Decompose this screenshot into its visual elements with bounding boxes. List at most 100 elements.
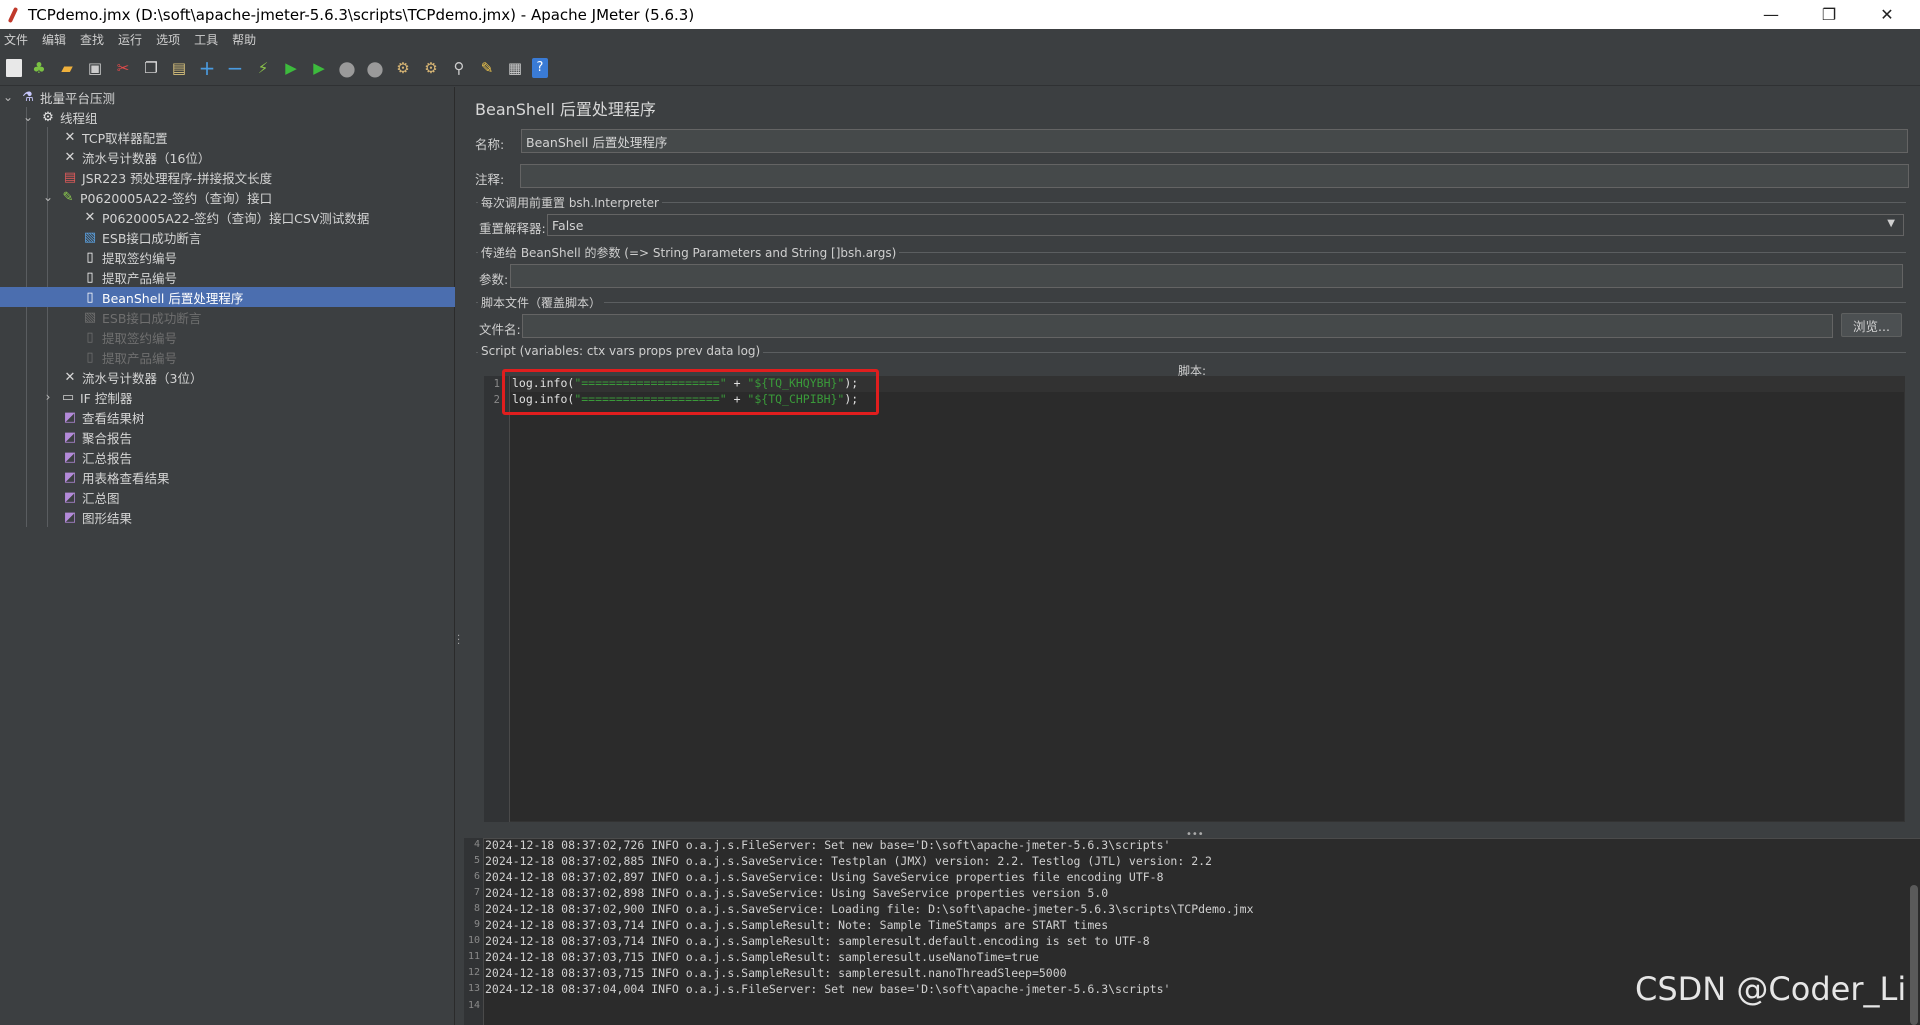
folder-icon: ▭ <box>61 389 75 405</box>
tree-node-sampler[interactable]: ⌄ ✎ P0620005A22-签约（查询）接口 <box>0 187 455 207</box>
close-button[interactable]: ✕ <box>1858 0 1916 29</box>
doc-icon: ▯ <box>86 349 94 365</box>
tree-node-counter-3[interactable]: ✕ 流水号计数器（3位） <box>0 367 455 387</box>
tree-node-label: 流水号计数器（3位） <box>82 370 203 386</box>
log-line-number: 10 <box>467 935 480 946</box>
menu-run[interactable]: 运行 <box>118 31 142 48</box>
tree-node-csv[interactable]: ✕ P0620005A22-签约（查询）接口CSV测试数据 <box>0 207 455 227</box>
copy-icon[interactable]: ❐ <box>140 57 162 79</box>
wrench-icon: ✕ <box>64 369 76 385</box>
params-field[interactable] <box>510 264 1903 288</box>
open-icon[interactable]: ▰ <box>56 57 78 79</box>
flask-icon: ⚗ <box>22 89 34 105</box>
cut-icon[interactable]: ✂ <box>112 57 134 79</box>
tree-node-graph-results[interactable]: ◩ 图形结果 <box>0 507 455 527</box>
reset-interpreter-select[interactable]: False ▼ <box>547 214 1904 236</box>
browse-button[interactable]: 浏览... <box>1841 313 1902 337</box>
toolbar: ♣ ▰ ▣ ✂ ❐ ▤ + − ⚡ ▶ ▶ ● ● ⚙ ⚙ ⚲ ✎ ▦ ? <box>0 50 1920 86</box>
name-label: 名称: <box>475 137 505 152</box>
tree-node-results-tree[interactable]: ◩ 查看结果树 <box>0 407 455 427</box>
reset-interpreter-value: False <box>552 217 584 233</box>
tree-node-summary-graph[interactable]: ◩ 汇总图 <box>0 487 455 507</box>
toggle-icon[interactable]: ⚡ <box>252 57 274 79</box>
chart-icon: ◩ <box>63 409 77 425</box>
tree-node-summary-report[interactable]: ◩ 汇总报告 <box>0 447 455 467</box>
start-icon[interactable]: ▶ <box>280 57 302 79</box>
tree-node-extract-product[interactable]: ▯ 提取产品编号 <box>0 267 455 287</box>
minimize-button[interactable]: — <box>1742 0 1800 29</box>
expand-chevron-icon[interactable]: › <box>42 390 54 404</box>
filename-field[interactable] <box>522 314 1833 338</box>
log-line: 2024-12-18 08:37:02,885 INFO o.a.j.s.Sav… <box>485 854 1212 868</box>
doc-icon: ▯ <box>86 329 94 345</box>
menu-options[interactable]: 选项 <box>156 31 180 48</box>
splitter-grip-icon[interactable]: · · · <box>457 632 460 650</box>
expand-icon[interactable]: + <box>196 56 218 80</box>
doc-icon: ▯ <box>86 249 94 265</box>
line-number: 2 <box>493 394 500 406</box>
log-line-number: 12 <box>467 967 480 978</box>
tree-node-label: 提取产品编号 <box>102 350 178 366</box>
tree-node-label: BeanShell 后置处理程序 <box>102 290 244 306</box>
tree-node-thread-group[interactable]: ⌄ ⚙ 线程组 <box>0 107 455 127</box>
tree-node-extract-contract-disabled[interactable]: ▯ 提取签约编号 <box>0 327 455 347</box>
function-helper-icon[interactable]: ▦ <box>504 57 526 79</box>
tree-node-counter-16[interactable]: ✕ 流水号计数器（16位） <box>0 147 455 167</box>
panel-splitter[interactable]: · · · <box>455 87 464 1025</box>
menu-search[interactable]: 查找 <box>80 31 104 48</box>
chart-icon: ◩ <box>63 489 77 505</box>
tree-node-beanshell[interactable]: ▯ BeanShell 后置处理程序 <box>0 287 455 307</box>
tree-node-test-plan[interactable]: ⌄ ⚗ 批量平台压测 <box>0 87 455 107</box>
file-group-title: 脚本文件（覆盖脚本） <box>478 294 605 311</box>
menu-file[interactable]: 文件 <box>4 31 28 48</box>
menu-edit[interactable]: 编辑 <box>42 31 66 48</box>
paste-icon[interactable]: ▤ <box>168 57 190 79</box>
script-editor[interactable] <box>484 376 1905 822</box>
collapse-chevron-icon[interactable]: ⌄ <box>22 110 34 124</box>
log-line-number: 11 <box>467 951 480 962</box>
tree-node-jsr223[interactable]: ▤ JSR223 预处理程序-拼接报文长度 <box>0 167 455 187</box>
chart-icon: ◩ <box>63 469 77 485</box>
help-icon[interactable]: ? <box>532 57 548 78</box>
tree-node-extract-product-disabled[interactable]: ▯ 提取产品编号 <box>0 347 455 367</box>
log-line: 2024-12-18 08:37:02,897 INFO o.a.j.s.Sav… <box>485 870 1164 884</box>
group-border <box>476 202 1906 203</box>
collapse-chevron-icon[interactable]: ⌄ <box>42 190 54 204</box>
menu-tools[interactable]: 工具 <box>194 31 218 48</box>
collapse-chevron-icon[interactable]: ⌄ <box>2 90 14 104</box>
log-line-number: 4 <box>473 839 480 850</box>
templates-icon[interactable]: ♣ <box>28 57 50 79</box>
chart-icon: ◩ <box>63 429 77 445</box>
script-icon: ▤ <box>63 169 77 185</box>
tree-node-table-results[interactable]: ◩ 用表格查看结果 <box>0 467 455 487</box>
comment-field[interactable] <box>520 164 1909 188</box>
name-field[interactable]: BeanShell 后置处理程序 <box>521 129 1908 153</box>
tree-node-tcp-config[interactable]: ✕ TCP取样器配置 <box>0 127 455 147</box>
start-no-pause-icon[interactable]: ▶ <box>308 57 330 79</box>
new-icon[interactable] <box>6 58 22 77</box>
collapse-icon[interactable]: − <box>224 56 246 80</box>
gear-icon: ⚙ <box>42 109 54 125</box>
stop-icon[interactable]: ● <box>336 56 358 80</box>
menu-help[interactable]: 帮助 <box>232 31 256 48</box>
line-number: 1 <box>493 378 500 390</box>
tree-node-aggregate-report[interactable]: ◩ 聚合报告 <box>0 427 455 447</box>
tree-node-if-controller[interactable]: › ▭ IF 控制器 <box>0 387 455 407</box>
tree-node-extract-contract[interactable]: ▯ 提取签约编号 <box>0 247 455 267</box>
tree-node-label: 聚合报告 <box>82 430 133 446</box>
pipette-icon: ✎ <box>62 189 74 205</box>
shutdown-icon[interactable]: ● <box>364 56 386 80</box>
params-group-title: 传递给 BeanShell 的参数 (=> String Parameters … <box>478 244 900 261</box>
maximize-button[interactable]: ❐ <box>1800 0 1858 29</box>
tree-node-assertion[interactable]: ▧ ESB接口成功断言 <box>0 227 455 247</box>
search-icon[interactable]: ⚲ <box>448 57 470 79</box>
tree-node-assertion-disabled[interactable]: ▧ ESB接口成功断言 <box>0 307 455 327</box>
save-icon[interactable]: ▣ <box>84 57 106 79</box>
reset-search-icon[interactable]: ✎ <box>476 57 498 79</box>
clear-icon[interactable]: ⚙ <box>392 57 414 79</box>
menu-bar: 文件 编辑 查找 运行 选项 工具 帮助 <box>0 29 1920 50</box>
tree-node-label: IF 控制器 <box>80 390 133 406</box>
log-scrollbar[interactable] <box>1910 885 1918 1025</box>
tree-node-label: 汇总报告 <box>82 450 133 466</box>
clear-all-icon[interactable]: ⚙ <box>420 57 442 79</box>
